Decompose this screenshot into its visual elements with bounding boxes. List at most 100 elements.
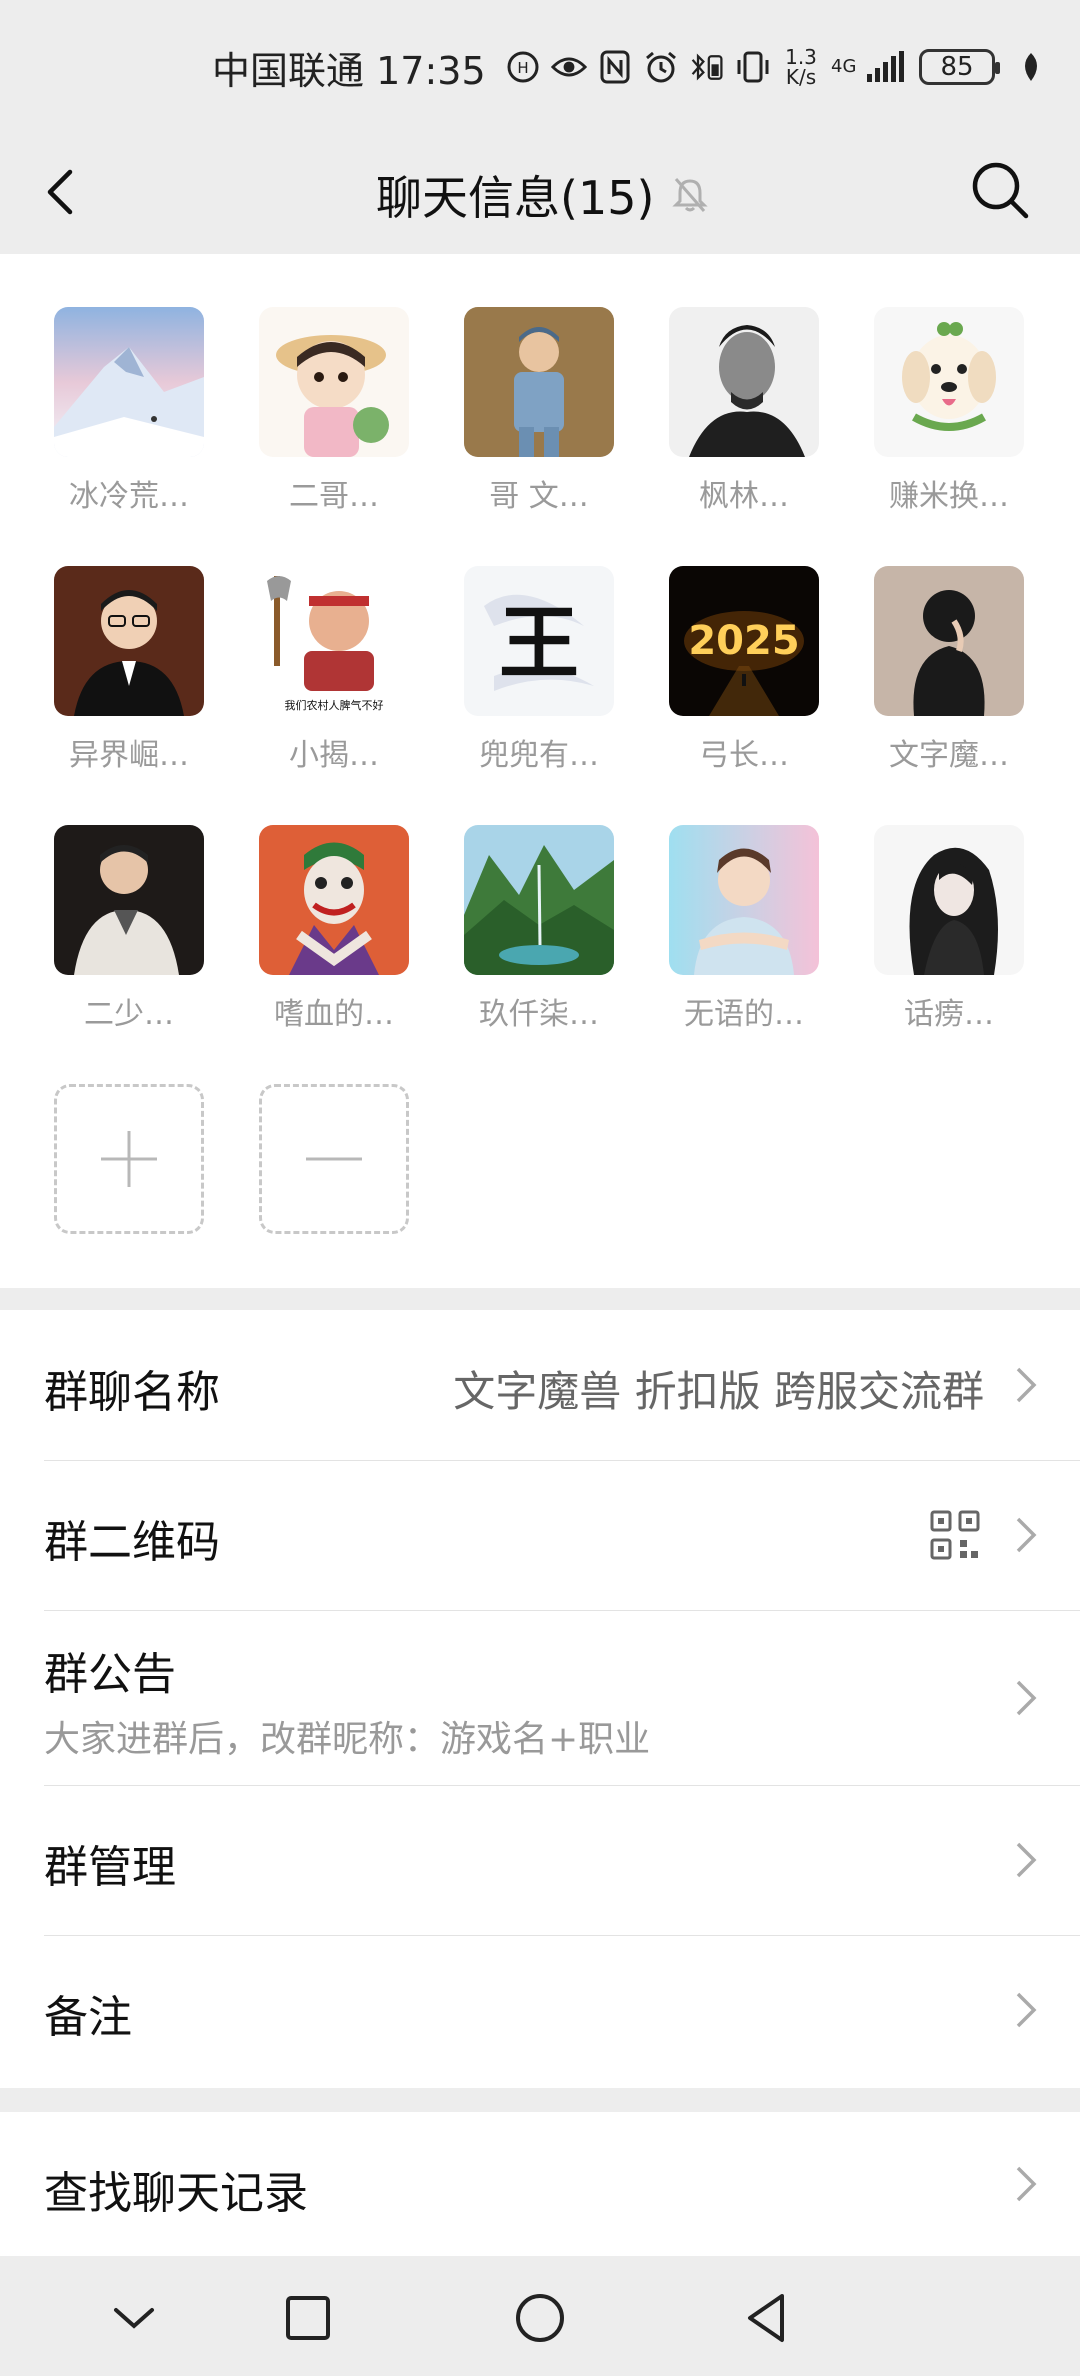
member-item[interactable]: 嗜血的… — [259, 825, 409, 1033]
chevron-right-icon — [1016, 1367, 1037, 1403]
member-avatar[interactable] — [669, 307, 819, 457]
status-carrier-time: 中国联通 17:35 — [212, 40, 486, 95]
hd-call-icon: H — [505, 49, 541, 85]
net-speed: 1.3 K/s — [781, 47, 821, 87]
member-item[interactable]: 二少… — [54, 825, 204, 1033]
net-speed-value: 1.3 — [785, 45, 817, 69]
member-name: 二哥… — [289, 479, 379, 514]
row-group-name[interactable]: 群聊名称 文字魔兽 折扣版 跨服交流群 — [0, 1310, 1080, 1461]
member-item[interactable]: 赚米换… — [874, 307, 1024, 515]
member-grid: 冰冷荒… 二哥… 哥 文… 枫林… 赚米换… 异界崛… 我们农村人脾气不好 小揭… — [0, 254, 1080, 1288]
member-item[interactable]: 2025 弓长… — [669, 566, 819, 774]
circle-icon[interactable] — [508, 2286, 572, 2350]
chevron-right-icon — [1016, 1680, 1037, 1716]
chevron-right-icon — [1016, 1992, 1037, 2028]
member-avatar[interactable] — [874, 566, 1024, 716]
member-name: 二少… — [84, 997, 174, 1032]
status-bar: 中国联通 17:35 H 1.3 K/s 4G 85 — [0, 0, 1080, 130]
member-avatar[interactable]: 我们农村人脾气不好 — [259, 566, 409, 716]
member-avatar[interactable] — [54, 566, 204, 716]
member-name: 哥 文… — [489, 479, 589, 514]
row-qr-code[interactable]: 群二维码 — [0, 1460, 1080, 1611]
member-avatar[interactable] — [669, 825, 819, 975]
row-group-manage[interactable]: 群管理 — [0, 1785, 1080, 1936]
member-avatar[interactable] — [874, 307, 1024, 457]
member-item[interactable]: 文字魔… — [874, 566, 1024, 774]
page-title: 聊天信息(15) — [376, 171, 655, 225]
battery-indicator: 85 — [919, 49, 1000, 85]
member-item[interactable]: 哥 文… — [464, 307, 614, 515]
member-item[interactable]: 冰冷荒… — [54, 307, 204, 515]
member-name: 嗜血的… — [274, 997, 394, 1032]
member-name: 异界崛… — [69, 738, 189, 773]
signal-icon — [865, 49, 909, 85]
member-name: 兜兜有… — [479, 738, 599, 773]
alarm-icon — [643, 49, 679, 85]
back-arrow-icon[interactable] — [30, 160, 94, 224]
chevron-right-icon — [1016, 1517, 1037, 1553]
member-item[interactable]: 王 兜兜有… — [464, 566, 614, 774]
neon-text: 2025 — [688, 618, 799, 664]
network-type: 4G — [831, 56, 857, 77]
member-name: 无语的… — [684, 997, 804, 1032]
row-group-notice[interactable]: 群公告 大家进群后，改群昵称：游戏名+职业 — [0, 1610, 1080, 1786]
bluetooth-battery-icon — [689, 49, 725, 85]
member-avatar[interactable] — [54, 307, 204, 457]
member-item[interactable]: 二哥… — [259, 307, 409, 515]
notice-label: 群公告 — [44, 1649, 176, 1700]
member-item[interactable]: 我们农村人脾气不好 小揭… — [259, 566, 409, 774]
system-nav-bar — [0, 2256, 1080, 2376]
remark-label: 备注 — [44, 1992, 132, 2043]
meme-caption: 我们农村人脾气不好 — [285, 698, 384, 712]
title-container: 聊天信息(15) — [376, 162, 710, 228]
member-avatar[interactable] — [464, 825, 614, 975]
member-item[interactable]: 枫林… — [669, 307, 819, 515]
square-icon[interactable] — [276, 2286, 340, 2350]
member-name: 文字魔… — [889, 738, 1009, 773]
nav-header: 聊天信息(15) — [0, 130, 1080, 254]
search-icon[interactable] — [966, 156, 1036, 226]
qr-code-icon — [930, 1510, 980, 1560]
bell-muted-icon — [672, 178, 709, 212]
row-search-history[interactable]: 查找聊天记录 — [0, 2112, 1080, 2256]
nfc-icon — [597, 49, 633, 85]
add-member-button[interactable] — [54, 1084, 204, 1234]
member-avatar[interactable] — [259, 825, 409, 975]
qr-label: 群二维码 — [44, 1517, 220, 1568]
leaf-icon — [1013, 49, 1049, 85]
remove-member-button[interactable] — [259, 1084, 409, 1234]
member-avatar[interactable] — [54, 825, 204, 975]
minus-icon — [306, 1157, 362, 1161]
net-speed-unit: K/s — [785, 65, 817, 89]
member-name: 枫林… — [699, 479, 789, 514]
chevron-right-icon — [1016, 1842, 1037, 1878]
member-item[interactable]: 无语的… — [669, 825, 819, 1033]
svg-text:H: H — [517, 59, 528, 77]
triangle-back-icon[interactable] — [736, 2286, 800, 2350]
carrier-text: 中国联通 — [212, 49, 365, 93]
vibrate-icon — [735, 49, 771, 85]
plus-icon — [101, 1131, 157, 1187]
member-item[interactable]: 玖仟柒… — [464, 825, 614, 1033]
member-avatar[interactable]: 2025 — [669, 566, 819, 716]
member-item[interactable]: 话痨… — [874, 825, 1024, 1033]
row-remark[interactable]: 备注 — [0, 1935, 1080, 2088]
chevron-down-icon[interactable] — [102, 2286, 166, 2350]
member-avatar[interactable] — [464, 307, 614, 457]
member-avatar[interactable] — [259, 307, 409, 457]
settings-list-search: 查找聊天记录 — [0, 2112, 1080, 2256]
chevron-right-icon — [1016, 2166, 1037, 2202]
member-name: 玖仟柒… — [479, 997, 599, 1032]
member-name: 弓长… — [699, 738, 789, 773]
time-text: 17:35 — [376, 49, 486, 93]
member-avatar[interactable] — [874, 825, 1024, 975]
member-name: 赚米换… — [889, 479, 1009, 514]
member-avatar[interactable]: 王 — [464, 566, 614, 716]
member-name: 话痨… — [904, 997, 994, 1032]
search-history-label: 查找聊天记录 — [44, 2168, 308, 2219]
status-icons: H 1.3 K/s 4G 85 — [505, 44, 1049, 90]
notice-text: 大家进群后，改群昵称：游戏名+职业 — [44, 1719, 651, 1760]
member-item[interactable]: 异界崛… — [54, 566, 204, 774]
calligraphy-char: 王 — [499, 596, 579, 690]
group-name-value: 文字魔兽 折扣版 跨服交流群 — [453, 1367, 984, 1416]
